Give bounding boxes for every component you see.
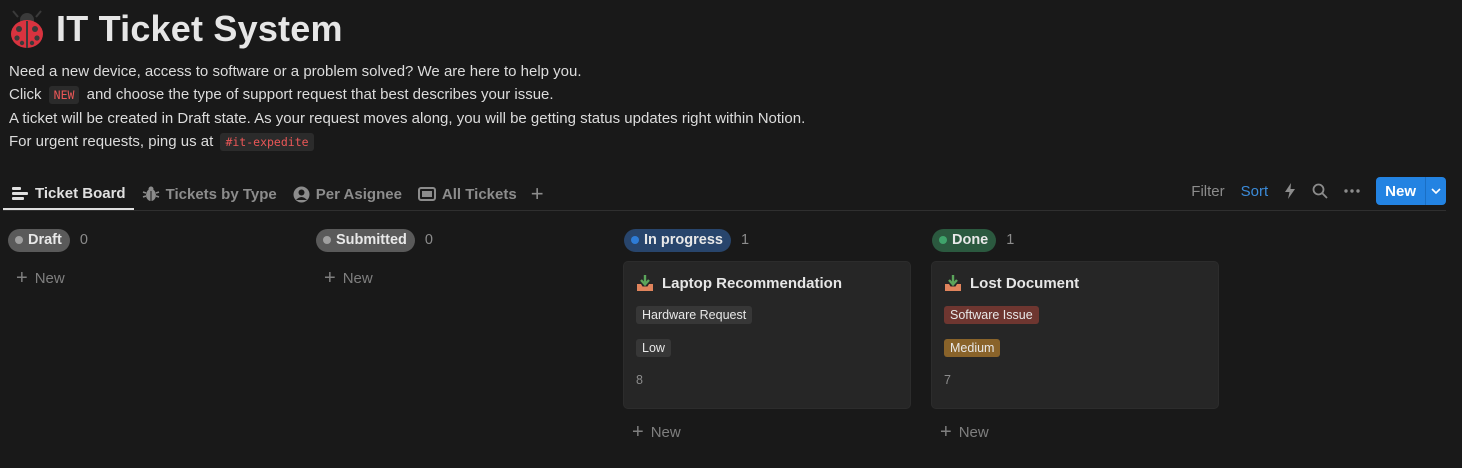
inbox-tray-icon (945, 275, 961, 291)
page-title: IT Ticket System (56, 8, 343, 49)
person-icon (293, 186, 310, 202)
tab-ticket-board[interactable]: Ticket Board (3, 178, 134, 210)
type-tag: Hardware Request (636, 306, 753, 324)
inbox-tray-icon (637, 275, 653, 291)
inline-code-new: NEW (48, 86, 80, 105)
description-line: A ticket will be created in Draft state.… (9, 109, 806, 127)
column-count: 1 (1006, 232, 1015, 248)
add-card-button[interactable]: + New (16, 266, 296, 290)
description-text: and choose the type of support request t… (82, 86, 554, 104)
priority-tag: Low (636, 339, 671, 357)
add-card-button[interactable]: + New (324, 266, 604, 290)
status-pill-submitted: Submitted (316, 228, 415, 252)
new-button[interactable]: New (1376, 177, 1425, 205)
ticket-number: 8 (636, 373, 643, 387)
board-column-done: Done 1 Lost Document Software Issue Medi… (932, 228, 1220, 444)
card-title: Lost Document (944, 275, 1206, 292)
plus-icon: + (940, 420, 952, 443)
table-icon (417, 187, 436, 201)
bug-icon (142, 186, 159, 201)
card-title-text: Laptop Recommendation (662, 275, 843, 292)
status-label: Draft (28, 232, 62, 248)
card-title: Laptop Recommendation (636, 275, 898, 292)
new-split-button: New (1376, 177, 1446, 205)
view-toolbar: Filter Sort New (1175, 177, 1446, 205)
status-pill-done: Done (932, 228, 997, 252)
tab-label: Per Asignee (315, 185, 402, 203)
description-line: Need a new device, access to software or… (9, 63, 582, 80)
add-card-label: New (34, 269, 65, 287)
description-text: For urgent requests, ping us at (9, 132, 218, 150)
sort-button[interactable]: Sort (1241, 183, 1269, 200)
tab-all-tickets[interactable]: All Tickets (410, 178, 525, 210)
tab-label: All Tickets (441, 185, 517, 203)
page-header: IT Ticket System (8, 8, 343, 50)
more-options-icon[interactable] (1344, 189, 1360, 193)
chevron-down-icon[interactable] (1425, 177, 1446, 205)
view-tabs: Ticket Board Tickets by Type Per Asignee… (3, 178, 550, 210)
board-column-in-progress: In progress 1 Laptop Recommendation Hard… (624, 228, 912, 444)
status-dot (323, 236, 331, 244)
ticket-number: 7 (944, 373, 951, 387)
plus-icon: + (16, 266, 28, 289)
inline-code-channel: #it-expedite (220, 132, 314, 151)
board-column-draft: Draft 0 + New (8, 228, 296, 290)
add-card-label: New (342, 269, 373, 287)
add-card-label: New (958, 423, 989, 441)
tabs-divider (3, 210, 1446, 211)
status-dot (631, 236, 639, 244)
ladybug-icon (11, 10, 43, 48)
tab-label: Tickets by Type (165, 185, 277, 203)
status-dot (15, 236, 23, 244)
type-tag: Software Issue (944, 306, 1039, 324)
board-icon (12, 187, 28, 200)
ticket-card[interactable]: Lost Document Software Issue Medium 7 (932, 262, 1218, 408)
search-icon[interactable] (1312, 183, 1328, 199)
column-count: 0 (79, 232, 88, 248)
add-card-button[interactable]: + New (632, 420, 912, 444)
page-description: Need a new device, access to software or… (9, 60, 805, 153)
column-header: In progress 1 (624, 228, 912, 252)
card-title-text: Lost Document (970, 275, 1080, 292)
status-label: In progress (644, 232, 723, 248)
add-card-button[interactable]: + New (940, 420, 1220, 444)
description-line: For urgent requests, ping us at #it-expe… (9, 130, 805, 153)
board-column-submitted: Submitted 0 + New (316, 228, 604, 290)
status-dot (939, 236, 947, 244)
automation-icon[interactable] (1284, 183, 1296, 199)
status-pill-in-progress: In progress (624, 228, 731, 252)
filter-button[interactable]: Filter (1191, 183, 1224, 200)
status-label: Submitted (336, 232, 407, 248)
priority-tag: Medium (944, 339, 1001, 357)
tab-label: Ticket Board (35, 184, 126, 202)
column-count: 0 (424, 232, 433, 248)
tab-tickets-by-type[interactable]: Tickets by Type (134, 178, 285, 210)
column-count: 1 (740, 232, 750, 248)
description-text: Click (9, 86, 46, 104)
status-pill-draft: Draft (8, 228, 70, 252)
plus-icon: + (324, 266, 336, 289)
column-header: Submitted 0 (316, 228, 604, 252)
description-line: Click NEW and choose the type of support… (9, 83, 805, 106)
add-view-button[interactable]: + (525, 181, 550, 207)
column-header: Done 1 (932, 228, 1220, 252)
ticket-card[interactable]: Laptop Recommendation Hardware Request L… (624, 262, 910, 408)
status-label: Done (952, 232, 989, 248)
add-card-label: New (650, 423, 681, 441)
plus-icon: + (632, 420, 644, 443)
column-header: Draft 0 (8, 228, 296, 252)
tab-per-asignee[interactable]: Per Asignee (285, 178, 410, 210)
